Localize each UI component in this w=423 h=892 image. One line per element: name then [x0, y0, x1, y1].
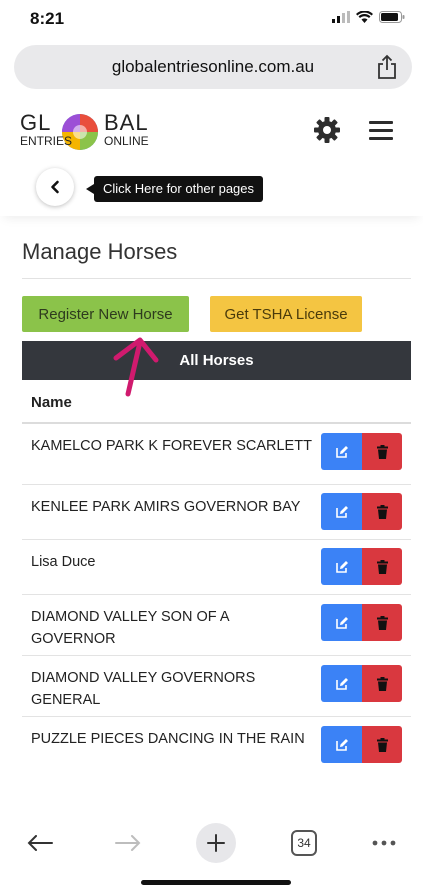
trash-icon: [376, 559, 388, 574]
back-arrow-icon: [27, 835, 53, 851]
logo-text-gl: GL: [20, 110, 52, 135]
get-tsha-license-button[interactable]: Get TSHA License: [210, 296, 362, 332]
forward-arrow-icon: [115, 835, 141, 851]
more-icon: [372, 840, 396, 846]
table-row: DIAMOND VALLEY GOVERNORS GENERAL: [22, 656, 411, 717]
trash-icon: [376, 737, 388, 752]
edit-button[interactable]: [321, 726, 362, 763]
logo-text-online: ONLINE: [104, 134, 149, 148]
address-bar[interactable]: globalentriesonline.com.au: [14, 45, 412, 89]
horse-name: PUZZLE PIECES DANCING IN THE RAIN: [31, 731, 305, 747]
tabs-button[interactable]: 34: [284, 825, 324, 861]
site-logo[interactable]: GL BAL ENTRIES ONLINE: [20, 108, 150, 156]
wifi-icon: [356, 11, 373, 23]
logo-text-bal: BAL: [104, 110, 149, 135]
delete-button[interactable]: [362, 604, 402, 641]
horse-name: Lisa Duce: [31, 554, 96, 570]
gear-icon[interactable]: [313, 116, 341, 144]
status-time: 8:21: [30, 9, 65, 28]
browser-forward-button[interactable]: [108, 825, 148, 861]
share-icon[interactable]: [376, 54, 398, 80]
delete-button[interactable]: [362, 493, 402, 530]
back-button[interactable]: [36, 168, 74, 206]
url-text[interactable]: globalentriesonline.com.au: [14, 57, 412, 77]
trash-icon: [376, 676, 388, 691]
table-row: KAMELCO PARK K FOREVER SCARLETT: [22, 424, 411, 485]
edit-icon: [335, 738, 348, 751]
horse-name: KENLEE PARK AMIRS GOVERNOR BAY: [31, 499, 301, 515]
plus-icon: [207, 834, 225, 852]
battery-icon: [379, 11, 405, 23]
column-header-name: Name: [31, 394, 72, 411]
browser-back-button[interactable]: [20, 825, 60, 861]
table-title-bar: All Horses: [22, 341, 411, 380]
more-button[interactable]: [364, 825, 404, 861]
edit-icon: [335, 616, 348, 629]
edit-button[interactable]: [321, 493, 362, 530]
register-new-horse-button[interactable]: Register New Horse: [22, 296, 189, 332]
trash-icon: [376, 504, 388, 519]
home-indicator: [141, 880, 291, 885]
delete-button[interactable]: [362, 665, 402, 702]
annotation-arrow-icon: [113, 337, 159, 397]
horse-name: DIAMOND VALLEY SON OF A GOVERNOR: [31, 609, 229, 647]
page-nav-row: Click Here for other pages: [0, 168, 423, 216]
table-row: Lisa Duce: [22, 540, 411, 595]
table-row: KENLEE PARK AMIRS GOVERNOR BAY: [22, 485, 411, 540]
status-icons: [332, 11, 405, 23]
signal-icon: [332, 11, 350, 23]
delete-button[interactable]: [362, 726, 402, 763]
edit-button[interactable]: [321, 604, 362, 641]
title-divider: [22, 278, 411, 279]
edit-icon: [335, 560, 348, 573]
logo-text-entries: ENTRIES: [20, 134, 73, 148]
status-bar: 8:21: [0, 0, 423, 40]
edit-icon: [335, 445, 348, 458]
tab-count: 34: [291, 830, 317, 856]
table-row: DIAMOND VALLEY SON OF A GOVERNOR: [22, 595, 411, 656]
edit-button[interactable]: [321, 433, 362, 470]
edit-icon: [335, 677, 348, 690]
delete-button[interactable]: [362, 433, 402, 470]
new-tab-button[interactable]: [196, 823, 236, 863]
site-header: GL BAL ENTRIES ONLINE: [0, 98, 423, 168]
table-row: PUZZLE PIECES DANCING IN THE RAIN: [22, 717, 411, 778]
delete-button[interactable]: [362, 548, 402, 585]
browser-toolbar: 34: [0, 815, 423, 870]
hamburger-menu-icon[interactable]: [369, 119, 393, 141]
horse-name: KAMELCO PARK K FOREVER SCARLETT: [31, 438, 312, 454]
edit-button[interactable]: [321, 548, 362, 585]
edit-button[interactable]: [321, 665, 362, 702]
chevron-left-icon: [51, 180, 59, 194]
page-title: Manage Horses: [22, 239, 178, 264]
edit-icon: [335, 505, 348, 518]
trash-icon: [376, 615, 388, 630]
trash-icon: [376, 444, 388, 459]
other-pages-tooltip: Click Here for other pages: [85, 176, 264, 202]
horse-name: DIAMOND VALLEY GOVERNORS GENERAL: [31, 670, 256, 708]
